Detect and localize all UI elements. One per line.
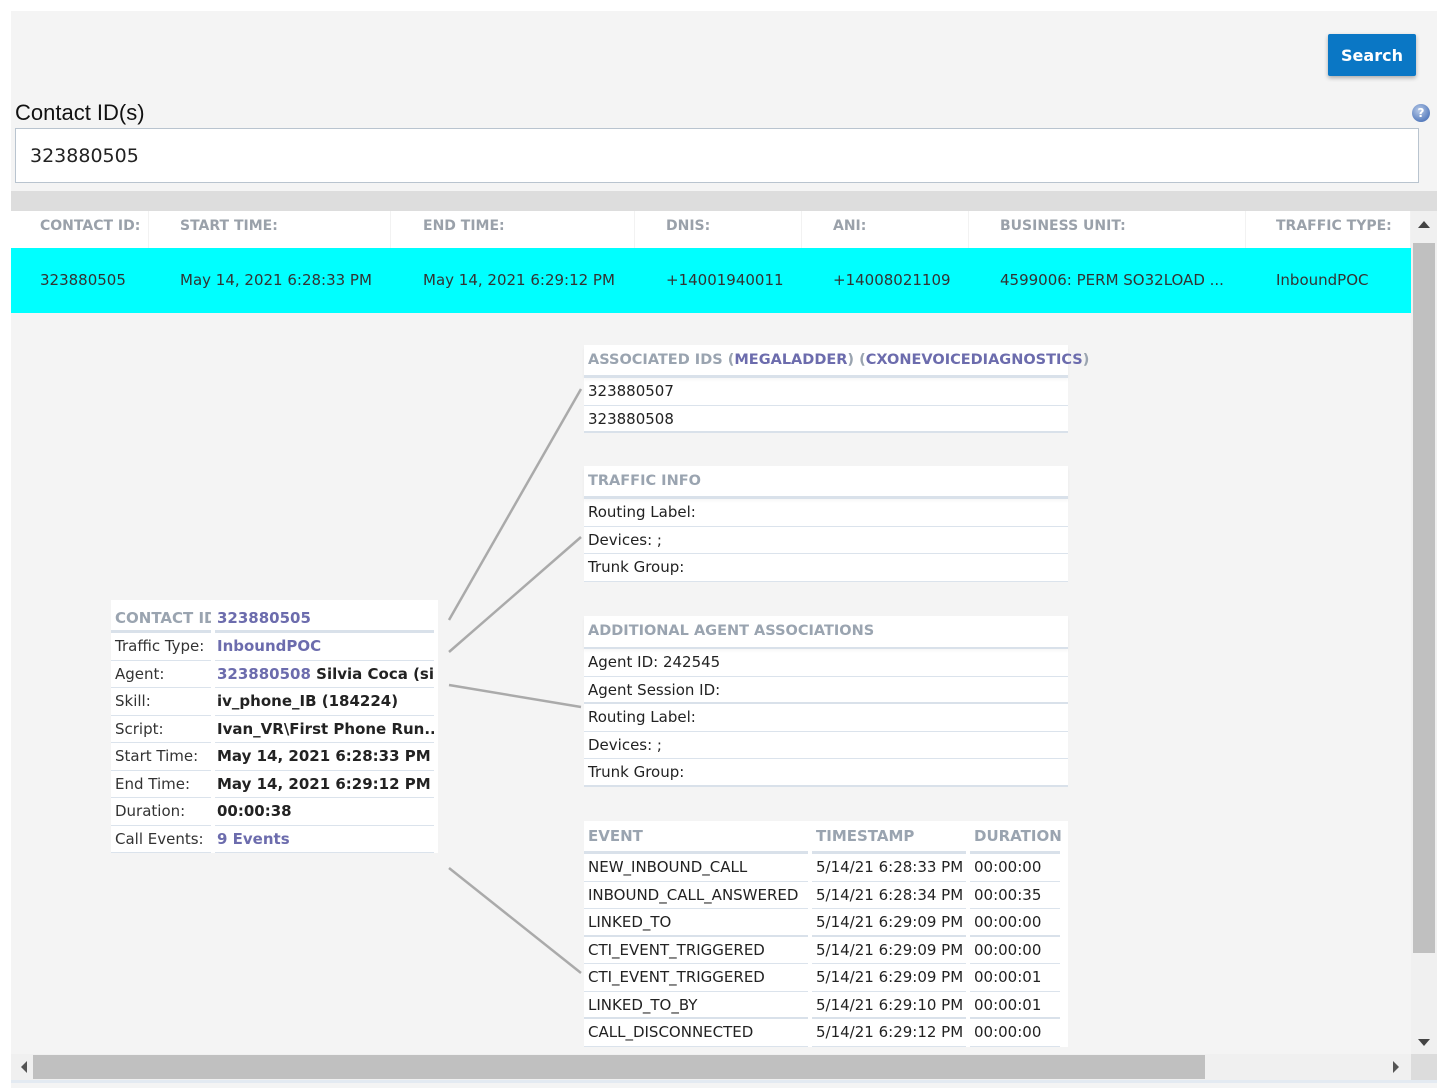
vertical-scroll-thumb[interactable] xyxy=(1413,243,1435,953)
scroll-left-arrow-icon[interactable] xyxy=(21,1061,27,1073)
connector-line-associated-ids xyxy=(447,388,583,621)
event-duration: 00:00:00 xyxy=(970,937,1060,964)
list-item: Devices: ; xyxy=(584,527,1068,554)
vertical-scrollbar[interactable] xyxy=(1411,211,1437,1056)
event-timestamp: 5/14/21 6:29:09 PM xyxy=(812,964,966,992)
event-name: LINKED_TO xyxy=(584,909,808,937)
contact-card-title: CONTACT ID xyxy=(111,600,211,633)
event-row: NEW_INBOUND_CALL 5/14/21 6:28:33 PM 00:0… xyxy=(584,854,1068,882)
event-timestamp: 5/14/21 6:29:09 PM xyxy=(812,937,966,964)
event-duration: 00:00:01 xyxy=(970,964,1060,992)
event-row: CTI_EVENT_TRIGGERED 5/14/21 6:29:09 PM 0… xyxy=(584,964,1068,992)
field-label: Start Time: xyxy=(111,743,211,771)
connector-line-traffic-info xyxy=(448,536,582,653)
field-value: May 14, 2021 6:29:12 PM xyxy=(215,771,434,798)
event-name: INBOUND_CALL_ANSWERED xyxy=(584,882,808,909)
scroll-right-arrow-icon[interactable] xyxy=(1393,1061,1399,1073)
field-value: May 14, 2021 6:28:33 PM xyxy=(215,743,434,771)
field-label: Skill: xyxy=(111,688,211,716)
event-row: INBOUND_CALL_ANSWERED 5/14/21 6:28:34 PM… xyxy=(584,882,1068,909)
events-card: EVENT TIMESTAMP DURATION NEW_INBOUND_CAL… xyxy=(584,821,1068,1047)
event-duration: 00:00:00 xyxy=(970,1019,1060,1047)
field-label: Agent: xyxy=(111,661,211,688)
agent-associations-title: ADDITIONAL AGENT ASSOCIATIONS xyxy=(584,616,1068,649)
list-item: Routing Label: xyxy=(584,499,1068,527)
megaladder-link[interactable]: MEGALADDER xyxy=(734,352,847,368)
contact-field-agent: Agent: 323880508 Silvia Coca (sil... xyxy=(111,661,438,688)
events-header-event[interactable]: EVENT xyxy=(584,821,808,854)
field-label: Call Events: xyxy=(111,826,211,853)
field-label: Script: xyxy=(111,716,211,743)
agent-id-link[interactable]: 323880508 xyxy=(217,665,311,683)
event-row: LINKED_TO 5/14/21 6:29:09 PM 00:00:00 xyxy=(584,909,1068,937)
event-name: NEW_INBOUND_CALL xyxy=(584,854,808,882)
field-value: 00:00:38 xyxy=(215,798,434,826)
contact-card-id-link[interactable]: 323880505 xyxy=(215,600,434,633)
list-item: Routing Label: xyxy=(584,704,1068,732)
horizontal-scrollbar[interactable] xyxy=(11,1054,1411,1080)
connector-line-events xyxy=(448,867,582,974)
event-name: CTI_EVENT_TRIGGERED xyxy=(584,964,808,992)
field-label: Traffic Type: xyxy=(111,633,211,661)
contact-field-traffic-type: Traffic Type: InboundPOC xyxy=(111,633,438,661)
contact-field-start-time: Start Time: May 14, 2021 6:28:33 PM xyxy=(111,743,438,771)
bottom-divider xyxy=(11,1080,1437,1083)
scroll-up-arrow-icon[interactable] xyxy=(1418,221,1430,228)
contact-summary-card: CONTACT ID 323880505 Traffic Type: Inbou… xyxy=(111,600,438,853)
events-header: EVENT TIMESTAMP DURATION xyxy=(584,821,1068,854)
list-item: Agent ID: 242545 xyxy=(584,649,1068,677)
list-item: Trunk Group: xyxy=(584,759,1068,787)
event-duration: 00:00:01 xyxy=(970,992,1060,1019)
event-name: CTI_EVENT_TRIGGERED xyxy=(584,937,808,964)
connector-line-agent-associations xyxy=(448,683,582,709)
call-events-link[interactable]: 9 Events xyxy=(215,826,434,853)
list-item: Trunk Group: xyxy=(584,554,1068,582)
field-label: Duration: xyxy=(111,798,211,826)
agent-name: Silvia Coca (sil... xyxy=(316,664,434,683)
field-label: End Time: xyxy=(111,771,211,798)
agent-associations-card: ADDITIONAL AGENT ASSOCIATIONS Agent ID: … xyxy=(584,616,1068,787)
traffic-info-card: TRAFFIC INFO Routing Label: Devices: ; T… xyxy=(584,466,1068,582)
main-panel: Search Contact ID(s) ? CONTACT ID: START… xyxy=(11,11,1437,1088)
event-timestamp: 5/14/21 6:29:09 PM xyxy=(812,909,966,937)
event-timestamp: 5/14/21 6:29:12 PM xyxy=(812,1019,966,1047)
traffic-info-title: TRAFFIC INFO xyxy=(584,466,1068,499)
event-duration: 00:00:00 xyxy=(970,909,1060,937)
event-timestamp: 5/14/21 6:28:33 PM xyxy=(812,854,966,882)
contact-field-script: Script: Ivan_VR\First Phone Run... xyxy=(111,716,438,743)
list-item[interactable]: 323880507 xyxy=(584,378,1068,406)
associated-ids-title: ASSOCIATED IDS (MEGALADDER) (CXONEVOICED… xyxy=(584,345,1089,378)
title-text: ) ( xyxy=(847,352,866,368)
event-duration: 00:00:35 xyxy=(970,882,1060,909)
event-row: CALL_DISCONNECTED 5/14/21 6:29:12 PM 00:… xyxy=(584,1019,1068,1047)
list-item: Devices: ; xyxy=(584,732,1068,759)
traffic-type-link[interactable]: InboundPOC xyxy=(215,633,434,661)
event-name: LINKED_TO_BY xyxy=(584,992,808,1019)
event-timestamp: 5/14/21 6:29:10 PM xyxy=(812,992,966,1019)
event-duration: 00:00:00 xyxy=(970,854,1060,882)
associated-ids-card: ASSOCIATED IDS (MEGALADDER) (CXONEVOICED… xyxy=(584,345,1089,433)
contact-field-skill: Skill: iv_phone_IB (184224) xyxy=(111,688,438,716)
field-value: iv_phone_IB (184224) xyxy=(215,688,434,716)
scroll-down-arrow-icon[interactable] xyxy=(1418,1039,1430,1046)
cxonevoicediagnostics-link[interactable]: CXONEVOICEDIAGNOSTICS xyxy=(866,352,1083,368)
contact-field-end-time: End Time: May 14, 2021 6:29:12 PM xyxy=(111,771,438,798)
title-text: ASSOCIATED IDS ( xyxy=(588,352,735,368)
contact-field-call-events: Call Events: 9 Events xyxy=(111,826,438,853)
event-name: CALL_DISCONNECTED xyxy=(584,1019,808,1047)
events-header-timestamp[interactable]: TIMESTAMP xyxy=(812,821,966,854)
field-value: Ivan_VR\First Phone Run... xyxy=(215,716,434,743)
event-timestamp: 5/14/21 6:28:34 PM xyxy=(812,882,966,909)
horizontal-scroll-thumb[interactable] xyxy=(33,1055,1205,1079)
contact-field-duration: Duration: 00:00:38 xyxy=(111,798,438,826)
event-row: LINKED_TO_BY 5/14/21 6:29:10 PM 00:00:01 xyxy=(584,992,1068,1019)
list-item[interactable]: 323880508 xyxy=(584,406,1068,433)
list-item: Agent Session ID: xyxy=(584,677,1068,704)
event-row: CTI_EVENT_TRIGGERED 5/14/21 6:29:09 PM 0… xyxy=(584,937,1068,964)
scrollbar-corner xyxy=(1411,1054,1437,1080)
events-header-duration[interactable]: DURATION xyxy=(970,821,1062,854)
title-text: ) xyxy=(1082,352,1090,368)
